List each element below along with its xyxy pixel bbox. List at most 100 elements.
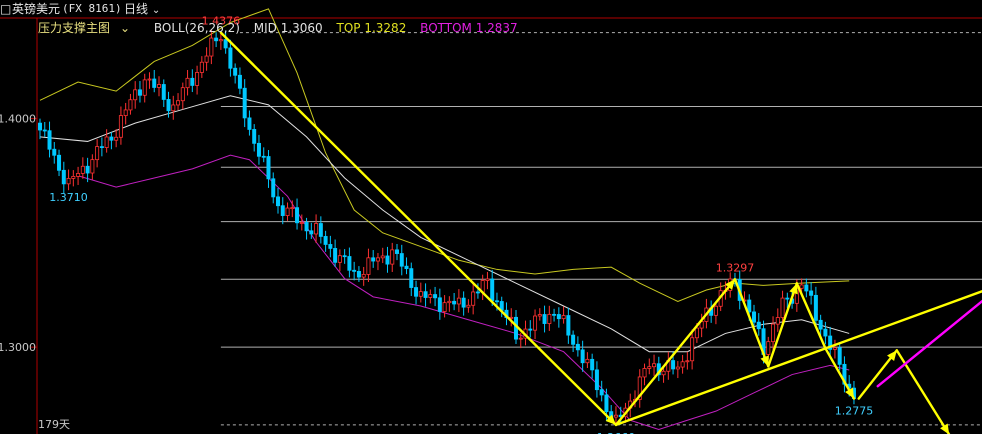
- candle-body: [380, 255, 385, 259]
- candle-body: [752, 311, 757, 323]
- candle-body: [118, 115, 123, 138]
- candle-body: [152, 78, 157, 88]
- price-tick-label: 1.3000: [0, 341, 36, 354]
- candle-body: [304, 222, 309, 232]
- candle-body: [199, 61, 204, 73]
- candle-body: [57, 154, 62, 171]
- candle-body: [585, 358, 590, 364]
- candle-body: [299, 222, 304, 224]
- candle-body: [561, 315, 566, 320]
- candle-body: [347, 256, 352, 271]
- candle-body: [804, 284, 809, 292]
- candle-body: [275, 196, 280, 207]
- candle-body: [104, 136, 109, 148]
- symbol-name: 英镑美元: [12, 2, 61, 16]
- candle-body: [156, 84, 161, 88]
- candle-body: [423, 291, 428, 298]
- chart-background: [0, 0, 982, 434]
- candle-body: [261, 155, 266, 158]
- candle-body: [547, 313, 552, 324]
- candle-body: [375, 257, 380, 262]
- candle-body: [333, 248, 338, 263]
- candle-body: [747, 299, 752, 313]
- candlestick-chart[interactable]: 1.40001.3000 1.43761.37101.26601.32971.2…: [0, 0, 982, 434]
- candle-body: [204, 55, 209, 63]
- candle-body: [242, 87, 247, 119]
- candle-body: [490, 278, 495, 302]
- candle-body: [399, 253, 404, 267]
- candle-body: [385, 255, 390, 265]
- candle-body: [38, 122, 43, 131]
- candle-body: [256, 142, 261, 157]
- boll-params: BOLL(26,26,2): [153, 21, 240, 35]
- candle-body: [571, 334, 576, 345]
- candle-body: [537, 314, 542, 317]
- candle-body: [685, 360, 690, 363]
- candle-body: [185, 77, 190, 89]
- bars-count-label: 179天: [38, 418, 70, 431]
- candle-body: [575, 343, 580, 351]
- candle-body: [390, 249, 395, 265]
- candle-body: [785, 297, 790, 300]
- candle-body: [337, 255, 342, 263]
- candle-body: [123, 109, 128, 116]
- candle-body: [71, 176, 76, 179]
- candle-body: [552, 313, 557, 316]
- candle-body: [652, 363, 657, 368]
- candle-body: [247, 117, 252, 130]
- candle-body: [661, 370, 666, 376]
- candle-body: [218, 39, 223, 42]
- candle-body: [485, 278, 490, 281]
- candle-body: [456, 297, 461, 305]
- candle-body: [713, 305, 718, 316]
- candle-body: [171, 104, 176, 112]
- candle-body: [823, 328, 828, 337]
- candle-body: [771, 323, 776, 343]
- indicator-selector[interactable]: 压力支撑主图 ⌄: [38, 21, 144, 35]
- price-annotation-label: 1.3710: [49, 191, 88, 204]
- candle-body: [190, 77, 195, 86]
- candle-body: [361, 274, 366, 278]
- candle-body: [295, 207, 300, 224]
- candle-body: [99, 146, 104, 149]
- candle-body: [314, 223, 319, 235]
- chevron-down-icon: ⌄: [120, 21, 131, 35]
- candle-body: [114, 136, 119, 141]
- candle-body: [675, 366, 680, 370]
- menu-icon[interactable]: □: [0, 0, 11, 18]
- candle-body: [66, 178, 71, 185]
- candle-body: [590, 358, 595, 371]
- candle-body: [142, 79, 147, 96]
- candle-body: [328, 244, 333, 249]
- candle-body: [280, 205, 285, 216]
- candle-body: [428, 294, 433, 298]
- candle-body: [433, 294, 438, 299]
- candle-body: [147, 78, 152, 81]
- candle-body: [161, 84, 166, 100]
- candle-body: [442, 302, 447, 312]
- price-annotation-label: 1.2775: [835, 405, 874, 418]
- boll-top-value: TOP 1.3282: [336, 21, 407, 35]
- candle-body: [290, 207, 295, 210]
- price-tick-label: 1.4000: [0, 113, 36, 126]
- period-selector[interactable]: 日线 ⌄: [124, 0, 160, 20]
- candle-body: [437, 297, 442, 312]
- candle-body: [47, 130, 52, 150]
- candle-body: [566, 315, 571, 336]
- candle-body: [109, 136, 114, 141]
- boll-mid-value: MID 1.3060: [253, 21, 323, 35]
- candle-body: [461, 297, 466, 308]
- candle-body: [613, 414, 618, 418]
- candle-body: [466, 304, 471, 308]
- candle-body: [285, 207, 290, 216]
- indicator-main-label: 压力支撑主图: [38, 21, 111, 35]
- candle-body: [166, 99, 171, 112]
- candle-body: [180, 87, 185, 102]
- candle-body: [223, 39, 228, 49]
- candle-body: [818, 319, 823, 330]
- candle-body: [494, 300, 499, 303]
- candle-body: [237, 74, 242, 89]
- candle-body: [452, 300, 457, 305]
- candle-body: [671, 360, 676, 370]
- candle-body: [533, 315, 538, 331]
